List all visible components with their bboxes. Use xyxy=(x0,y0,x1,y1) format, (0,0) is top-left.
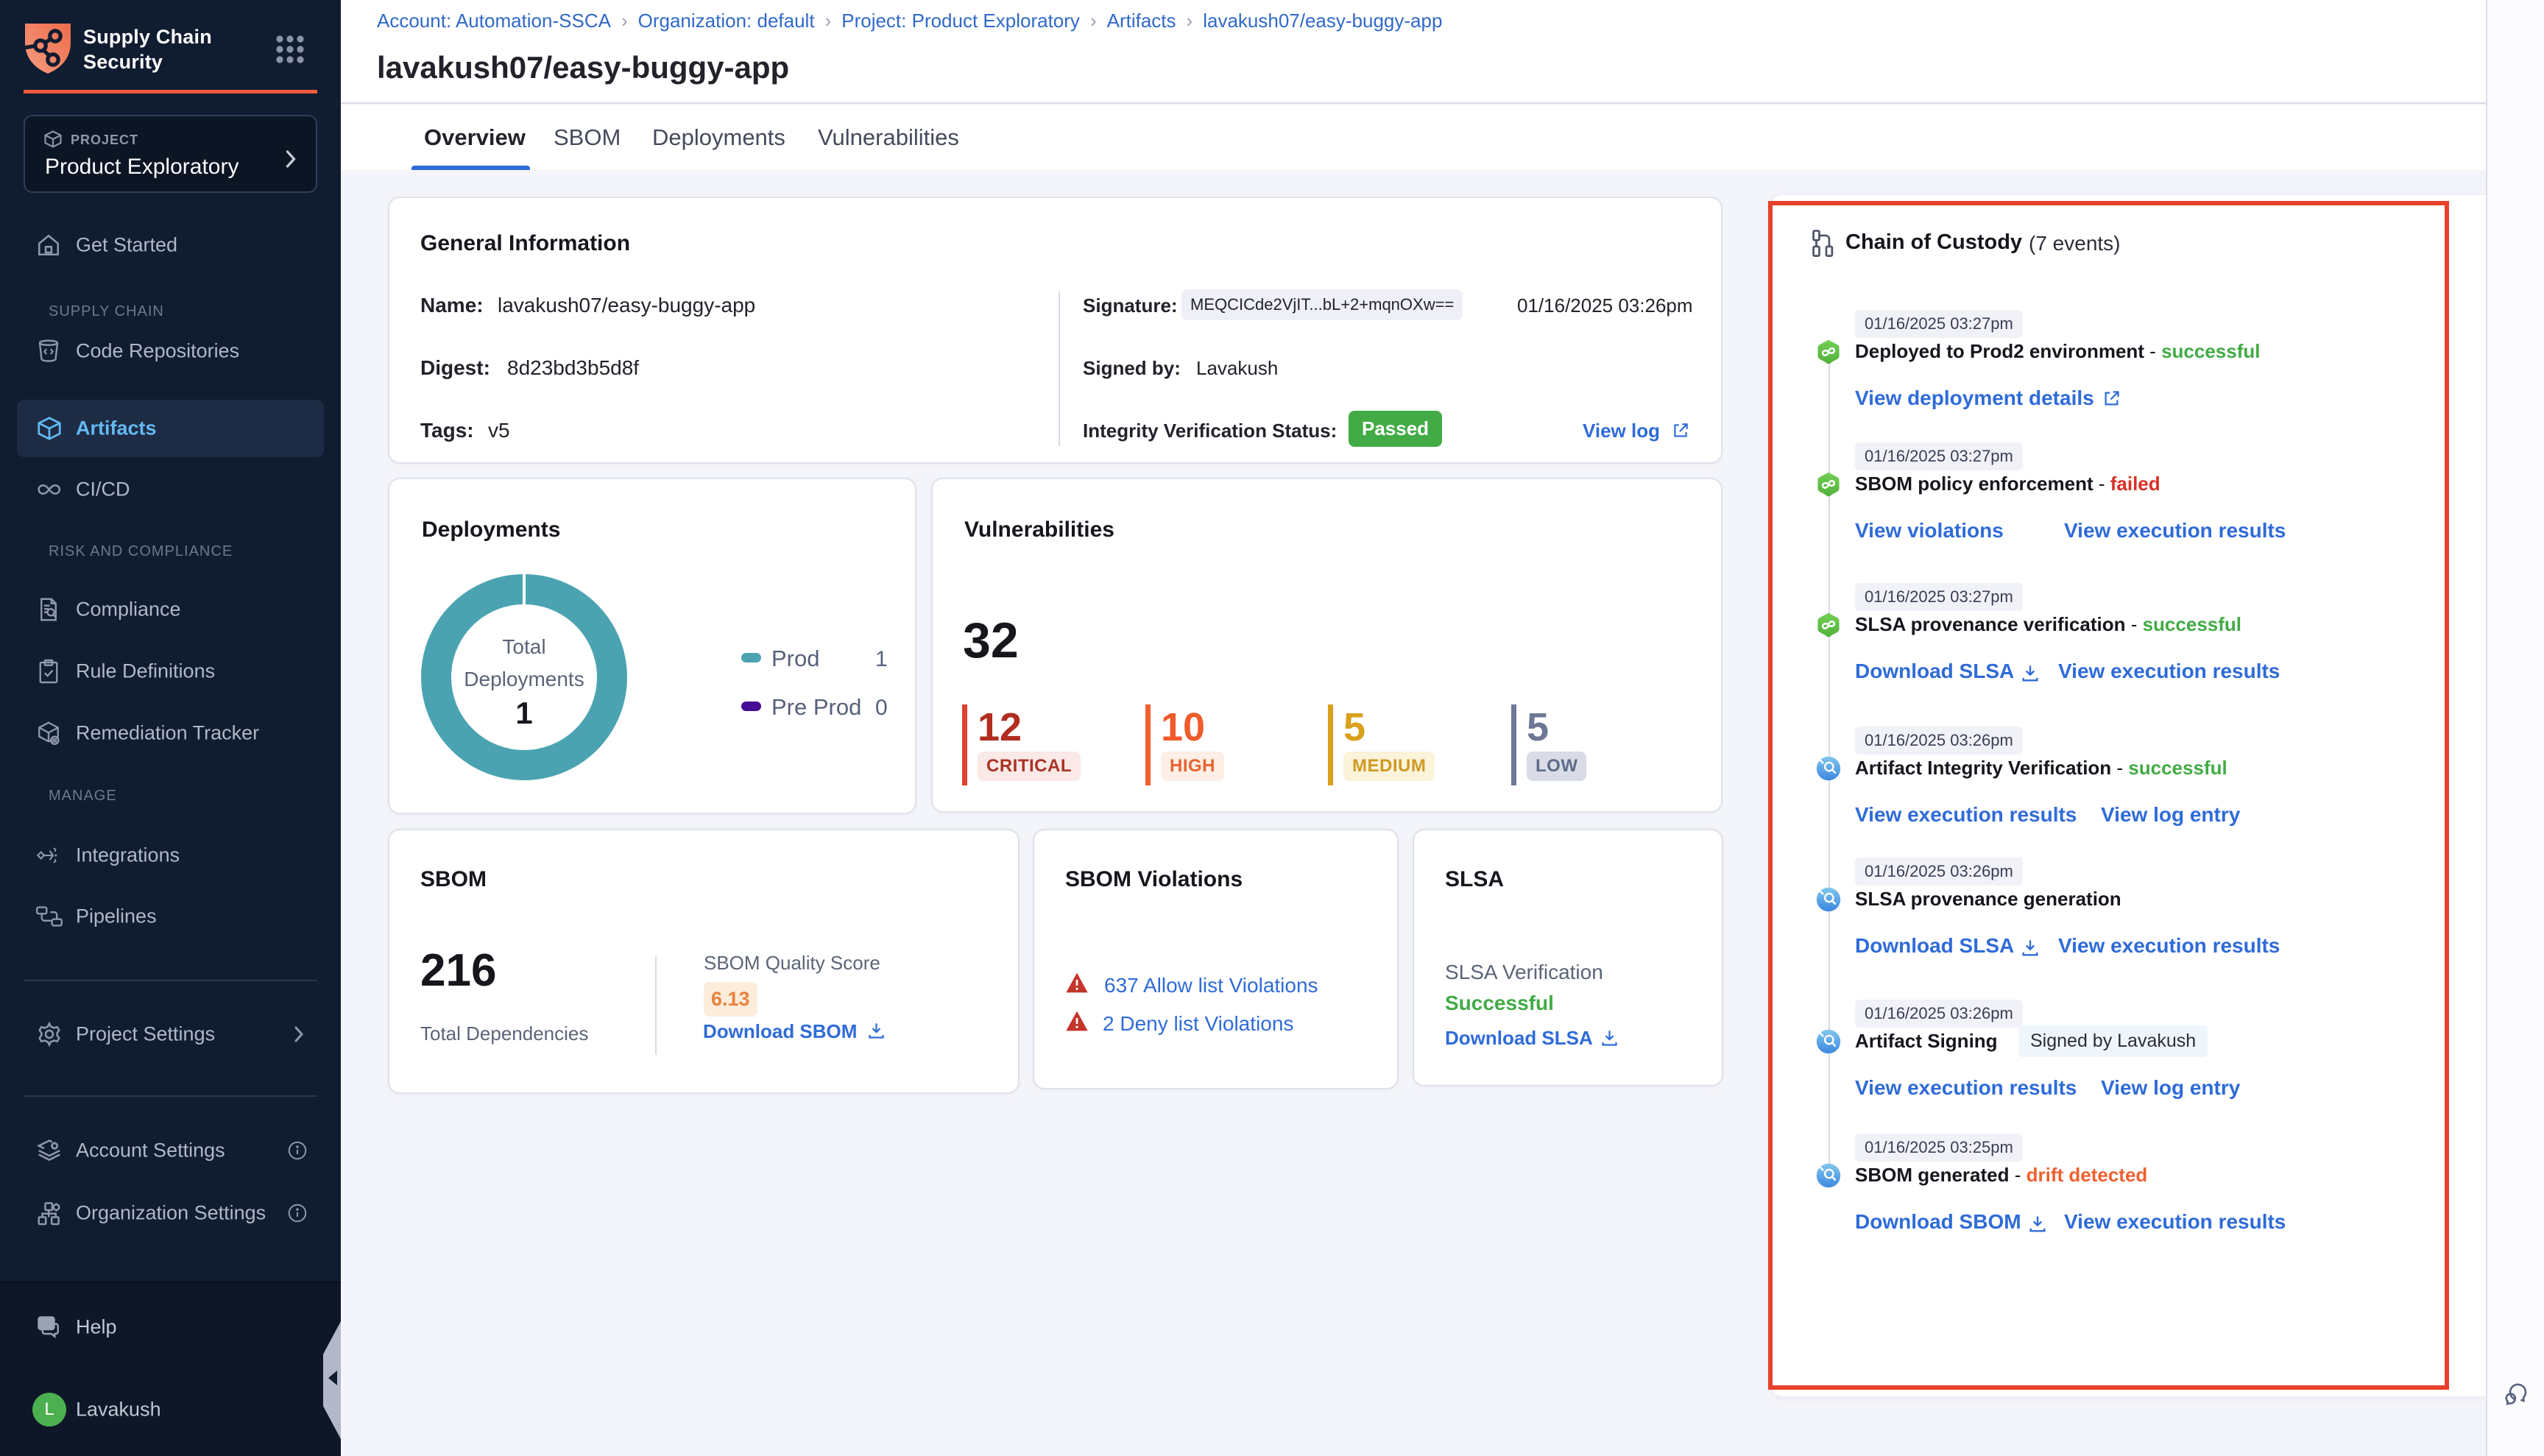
svg-text:?: ? xyxy=(43,1318,49,1329)
